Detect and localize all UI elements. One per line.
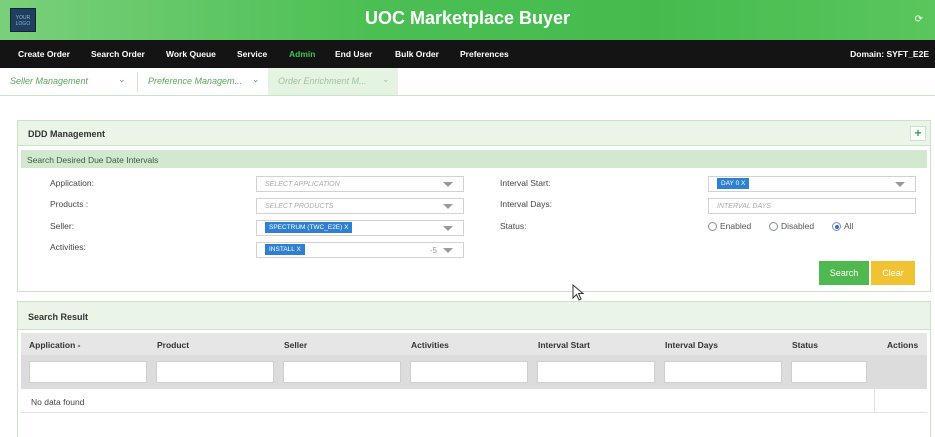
seller-label: Seller:: [50, 221, 75, 231]
col-actions: Actions: [887, 340, 919, 350]
chevron-down-icon[interactable]: ⌄: [118, 74, 126, 85]
column-divider: [874, 389, 875, 413]
caret-down-icon: [443, 204, 453, 209]
nav-preferences[interactable]: Preferences: [460, 49, 509, 59]
mouse-cursor-icon: [572, 284, 585, 301]
filter-product-input[interactable]: [156, 361, 274, 383]
caret-down-icon: [895, 182, 905, 187]
seller-tag[interactable]: SPECTRUM (TWC_E2E) X: [265, 222, 353, 233]
application-placeholder: SELECT APPLICATION: [265, 181, 340, 188]
activities-label: Activities:: [50, 242, 86, 252]
filter-seller-input[interactable]: [283, 361, 401, 383]
interval-days-label: Interval Days:: [500, 199, 552, 209]
interval-days-placeholder: INTERVAL DAYS: [717, 203, 772, 210]
radio-icon: [708, 222, 717, 231]
subtab-bar: Seller Management ⌄ Preference Managem..…: [0, 68, 935, 96]
nav-end-user[interactable]: End User: [335, 49, 372, 59]
products-label: Products :: [50, 199, 89, 209]
nav-work-queue[interactable]: Work Queue: [166, 49, 216, 59]
tab-preference-management[interactable]: Preference Managem... ⌄: [138, 68, 268, 95]
products-placeholder: SELECT PRODUCTS: [265, 203, 334, 210]
chevron-down-icon[interactable]: ⌄: [252, 74, 260, 85]
col-application[interactable]: Application -: [29, 340, 80, 350]
interval-start-select[interactable]: DAY 0 X: [708, 176, 916, 192]
tab-label: Seller Management: [10, 76, 89, 86]
activities-count: -5: [429, 246, 437, 255]
status-label: Status:: [500, 221, 527, 231]
status-radio-group: Enabled Disabled All: [708, 221, 918, 235]
caret-down-icon: [443, 182, 453, 187]
clear-button[interactable]: Clear: [871, 261, 915, 285]
status-all-radio[interactable]: All: [832, 221, 853, 231]
filter-status-input[interactable]: [791, 361, 867, 383]
filter-application-input[interactable]: [29, 361, 147, 383]
col-activities[interactable]: Activities: [411, 340, 449, 350]
section-title: Search Desired Due Date Intervals: [21, 150, 927, 168]
nav-bulk-order[interactable]: Bulk Order: [395, 49, 439, 59]
radio-label: All: [844, 221, 854, 231]
app-title: UOC Marketplace Buyer: [364, 8, 571, 28]
filter-row: [21, 355, 927, 389]
nav-admin[interactable]: Admin: [289, 49, 315, 59]
empty-state-row: No data found: [21, 389, 927, 413]
interval-start-label: Interval Start:: [500, 178, 551, 188]
col-interval-days[interactable]: Interval Days: [665, 340, 718, 350]
col-status[interactable]: Status: [792, 340, 818, 350]
domain-label: Domain: SYFT_E2E: [850, 49, 929, 59]
col-product[interactable]: Product: [157, 340, 189, 350]
activities-select[interactable]: INSTALL X -5: [256, 242, 464, 258]
chevron-down-icon[interactable]: ⌄: [382, 74, 390, 85]
radio-label: Disabled: [781, 221, 815, 231]
col-seller[interactable]: Seller: [284, 340, 307, 350]
filter-interval-start-input[interactable]: [537, 361, 655, 383]
tab-order-enrichment[interactable]: Order Enrichment M... ⌄: [268, 68, 398, 95]
status-disabled-radio[interactable]: Disabled: [769, 221, 814, 231]
search-button[interactable]: Search: [819, 261, 869, 285]
app-header: YOUR LOGO UOC Marketplace Buyer ⟳: [0, 0, 935, 40]
main-nav: Create Order Search Order Work Queue Ser…: [0, 40, 935, 68]
search-result-panel: Search Result Application - Product Sell…: [17, 301, 931, 437]
nav-search-order[interactable]: Search Order: [91, 49, 145, 59]
products-select[interactable]: SELECT PRODUCTS: [256, 198, 464, 214]
panel-title: DDD Management: [18, 121, 930, 146]
radio-selected-icon: [832, 222, 841, 231]
application-select[interactable]: SELECT APPLICATION: [256, 176, 464, 192]
ddd-management-panel: DDD Management + Search Desired Due Date…: [17, 120, 931, 292]
radio-icon: [769, 222, 778, 231]
col-interval-start[interactable]: Interval Start: [538, 340, 590, 350]
activities-tag[interactable]: INSTALL X: [265, 244, 305, 255]
table-header: Application - Product Seller Activities …: [21, 333, 927, 355]
application-label: Application:: [50, 178, 94, 188]
filter-activities-input[interactable]: [410, 361, 528, 383]
add-button[interactable]: +: [910, 126, 926, 141]
filter-interval-days-input[interactable]: [664, 361, 782, 383]
caret-down-icon: [443, 248, 453, 253]
interval-start-tag[interactable]: DAY 0 X: [717, 178, 750, 189]
tab-label: Order Enrichment M...: [278, 76, 367, 86]
caret-down-icon: [443, 226, 453, 231]
logout-icon[interactable]: ⟳: [915, 14, 923, 25]
seller-select[interactable]: SPECTRUM (TWC_E2E) X: [256, 220, 464, 236]
tab-seller-management[interactable]: Seller Management ⌄: [0, 68, 135, 95]
empty-state-text: No data found: [31, 397, 85, 407]
tab-label: Preference Managem...: [148, 76, 243, 86]
nav-create-order[interactable]: Create Order: [18, 49, 70, 59]
panel-title: Search Result: [18, 302, 930, 330]
status-enabled-radio[interactable]: Enabled: [708, 221, 751, 231]
interval-days-input[interactable]: INTERVAL DAYS: [708, 198, 916, 214]
nav-service[interactable]: Service: [237, 49, 267, 59]
radio-label: Enabled: [720, 221, 752, 231]
